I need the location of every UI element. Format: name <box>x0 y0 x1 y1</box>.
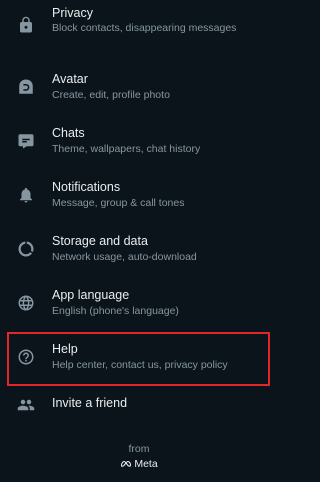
settings-item-chats[interactable]: Chats Theme, wallpapers, chat history <box>0 116 278 164</box>
settings-item-subtitle: English (phone's language) <box>52 305 179 317</box>
settings-item-title: Privacy <box>52 6 93 20</box>
settings-item-notifications[interactable]: Notifications Message, group & call tone… <box>0 170 278 218</box>
settings-item-avatar[interactable]: Avatar Create, edit, profile photo <box>0 62 278 110</box>
settings-item-subtitle: Network usage, auto-download <box>52 251 197 263</box>
footer-brand: Meta <box>0 458 278 471</box>
footer-from-label: from <box>128 443 150 455</box>
settings-item-title: Chats <box>52 126 85 140</box>
meta-logo-icon <box>121 460 132 467</box>
storage-icon <box>17 240 35 258</box>
settings-item-privacy[interactable]: Privacy Block contacts, disappearing mes… <box>0 0 278 54</box>
settings-screen: Privacy Block contacts, disappearing mes… <box>0 0 278 482</box>
settings-item-app-language[interactable]: App language English (phone's language) <box>0 278 278 326</box>
settings-item-storage[interactable]: Storage and data Network usage, auto-dow… <box>0 224 278 272</box>
people-icon <box>17 396 35 414</box>
settings-item-title: Invite a friend <box>52 396 128 410</box>
settings-item-subtitle: Theme, wallpapers, chat history <box>52 143 201 155</box>
settings-item-subtitle: Block contacts, disappearing messages <box>52 22 237 34</box>
settings-item-title: Avatar <box>52 72 88 86</box>
avatar-icon <box>17 78 35 96</box>
settings-item-title: App language <box>52 288 130 302</box>
footer-brand-label: Meta <box>134 458 158 470</box>
settings-item-subtitle: Message, group & call tones <box>52 197 185 209</box>
settings-item-subtitle: Create, edit, profile photo <box>52 89 170 101</box>
settings-item-invite-friend[interactable]: Invite a friend <box>0 390 278 420</box>
highlight-box <box>7 332 270 386</box>
globe-icon <box>17 294 35 312</box>
bell-icon <box>17 186 35 204</box>
settings-item-title: Notifications <box>52 180 121 194</box>
settings-item-title: Storage and data <box>52 234 148 248</box>
lock-icon <box>17 16 35 34</box>
chat-icon <box>17 132 35 150</box>
